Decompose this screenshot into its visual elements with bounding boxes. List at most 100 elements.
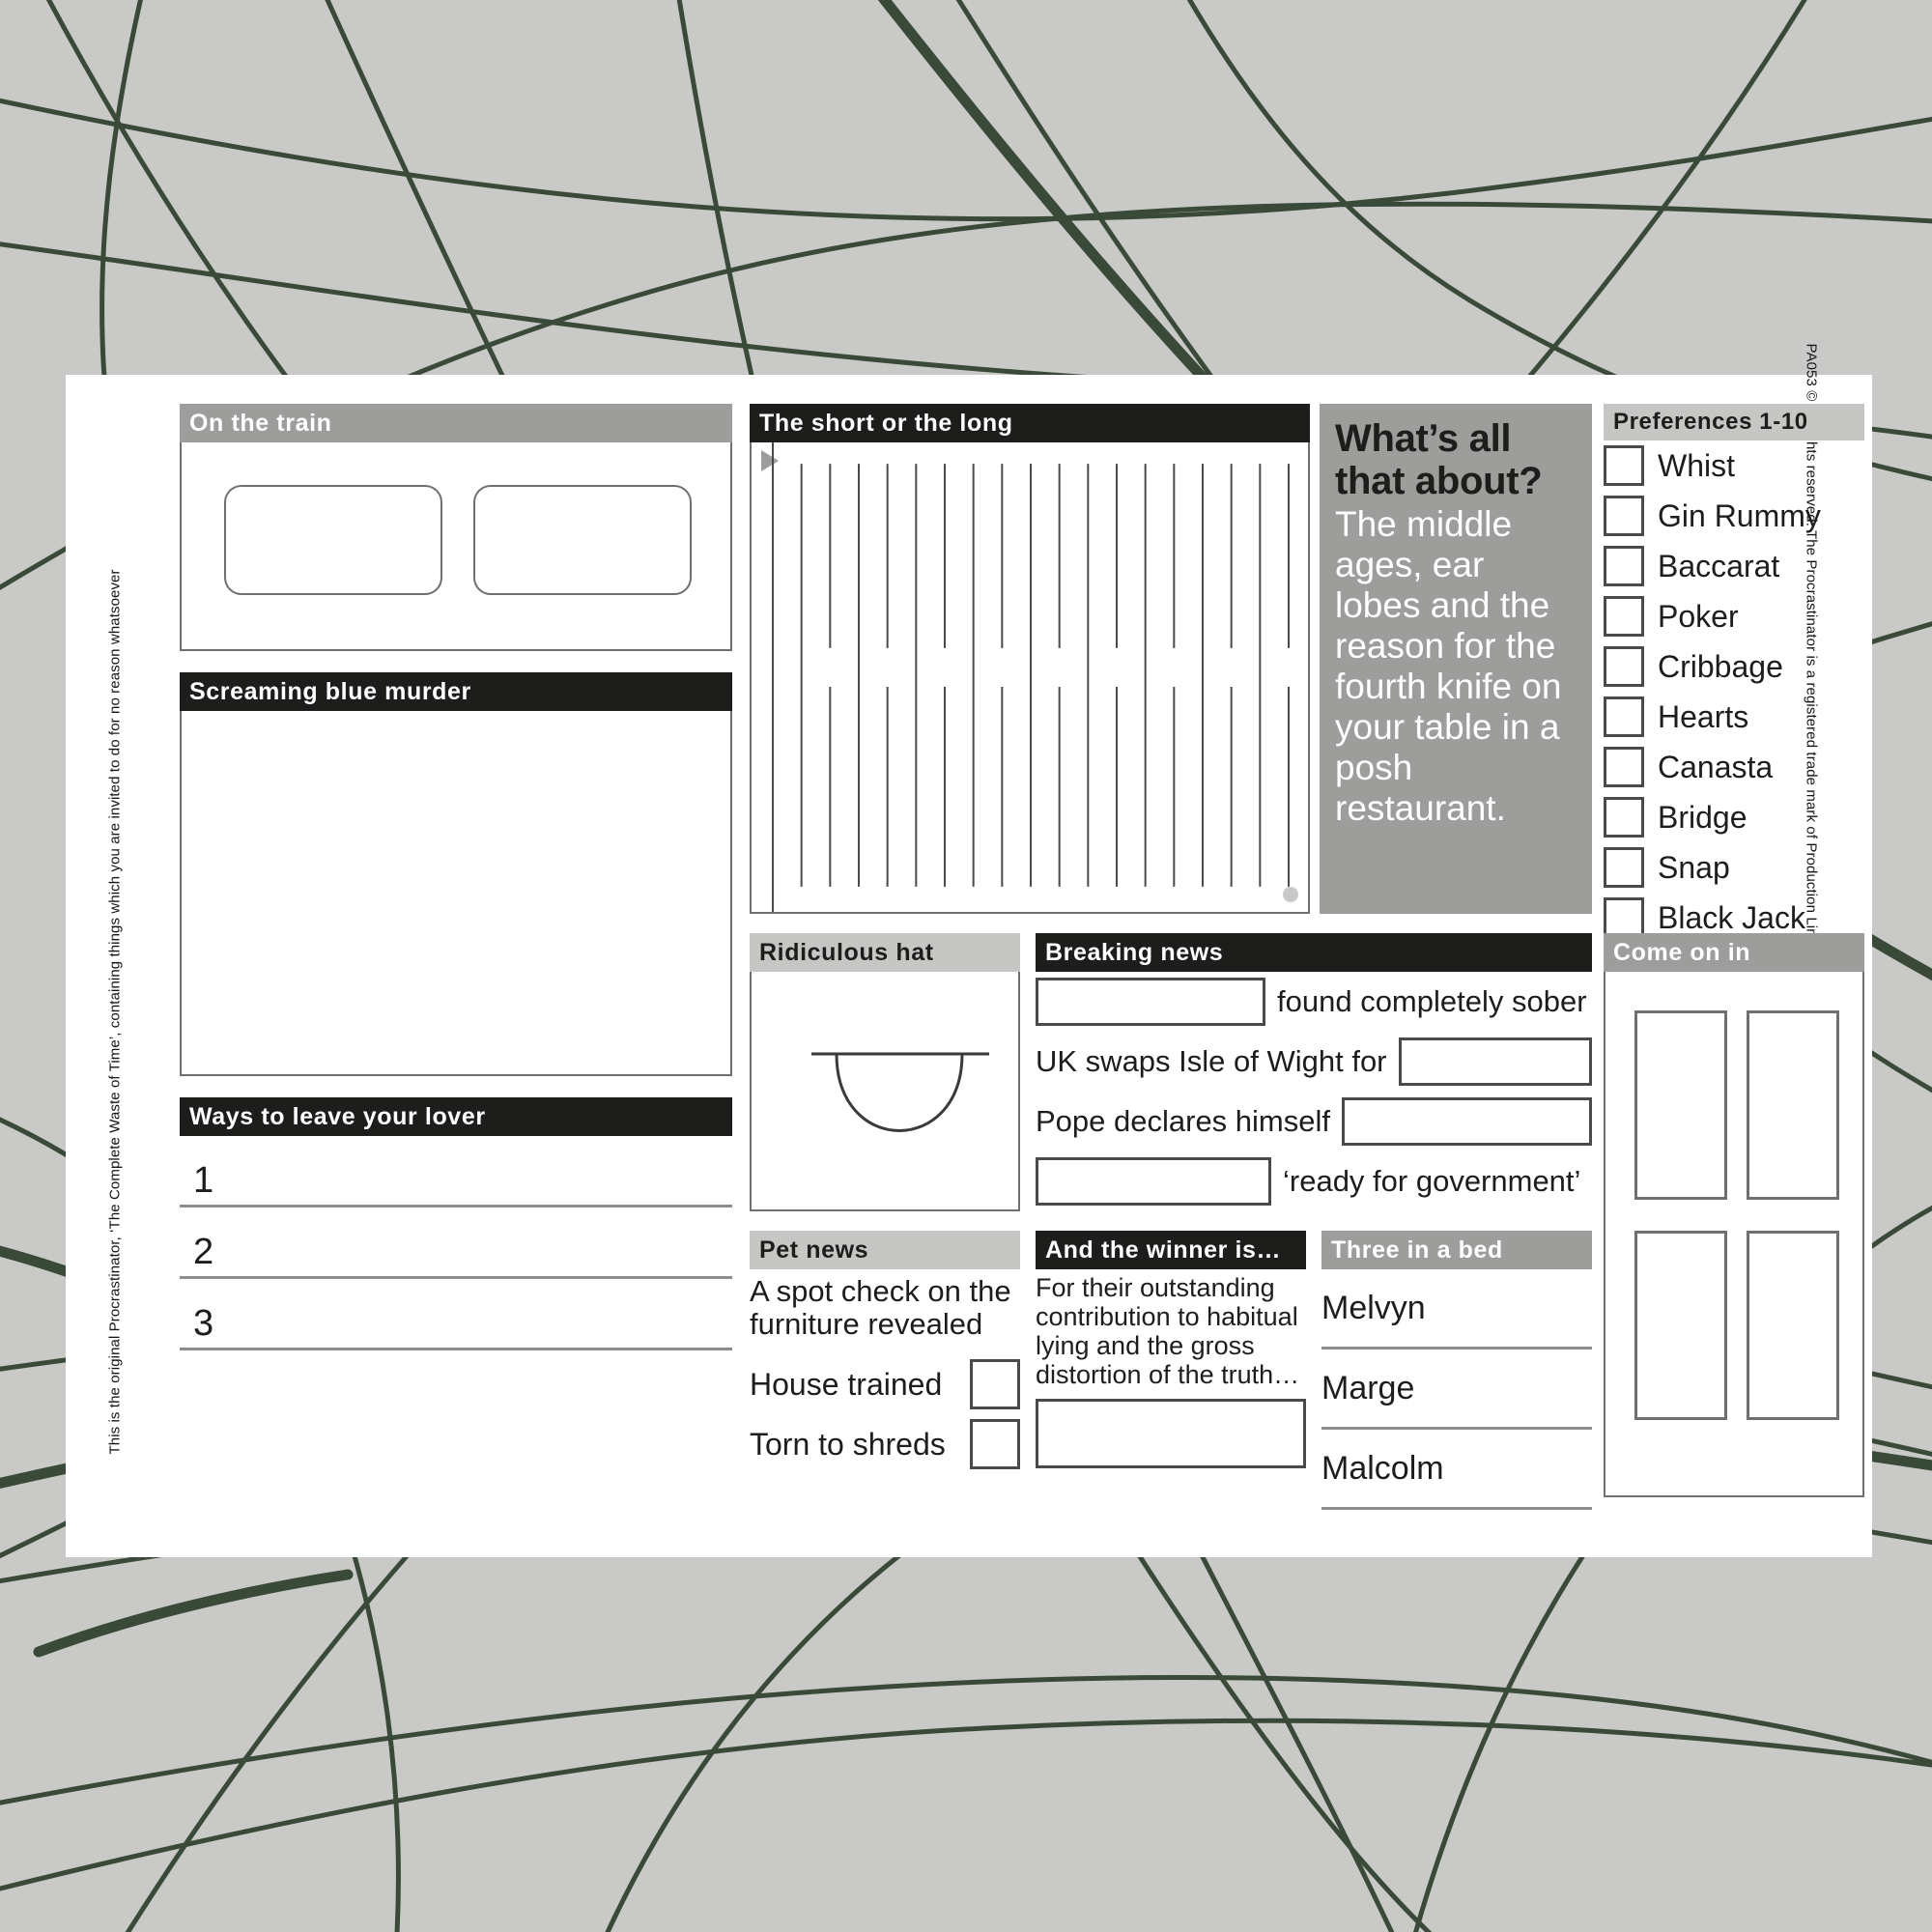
preference-row[interactable]: Bridge	[1604, 792, 1864, 842]
pet-news-option-label: House trained	[750, 1367, 943, 1402]
breaking-news-label-4: ‘ready for government’	[1283, 1164, 1581, 1198]
panel-on-the-train: On the train	[180, 404, 732, 651]
door-panel-bottom-right[interactable]	[1747, 1231, 1839, 1420]
ways-row[interactable]: 2	[180, 1208, 732, 1279]
door-panel-top-left[interactable]	[1634, 1010, 1727, 1200]
train-window-box-2[interactable]	[473, 485, 692, 595]
ways-row-number: 3	[193, 1303, 214, 1344]
panel-title-come-on-in: Come on in	[1604, 933, 1864, 972]
panel-ridiculous-hat: Ridiculous hat	[750, 933, 1020, 1211]
panel-title-pet-news: Pet news	[750, 1231, 1020, 1269]
panel-title-breaking-news: Breaking news	[1036, 933, 1592, 972]
pet-news-checkbox[interactable]	[970, 1419, 1020, 1469]
preferences-list: Whist Gin Rummy Baccarat Poker Cribbage …	[1604, 440, 1864, 943]
pet-news-option-row[interactable]: Torn to shreds	[750, 1414, 1020, 1474]
breaking-news-lines: found completely sober UK swaps Isle of …	[1036, 972, 1592, 1211]
pet-news-body: A spot check on the furniture revealed H…	[750, 1269, 1020, 1474]
preference-label: Gin Rummy	[1658, 498, 1821, 533]
three-in-a-bed-row[interactable]: Marge	[1321, 1350, 1592, 1430]
whats-all-that-about-title: What’s all that about?	[1335, 417, 1543, 502]
preference-label: Bridge	[1658, 800, 1747, 835]
panel-come-on-in: Come on in	[1604, 933, 1864, 1497]
ways-row[interactable]: 1	[180, 1136, 732, 1208]
preference-label: Black Jack	[1658, 900, 1805, 935]
preference-checkbox[interactable]	[1604, 847, 1644, 888]
three-in-a-bed-name: Malcolm	[1321, 1449, 1444, 1487]
breaking-news-input-2[interactable]	[1398, 1037, 1592, 1086]
preference-checkbox[interactable]	[1604, 445, 1644, 486]
preference-row[interactable]: Baccarat	[1604, 541, 1864, 591]
vertical-ruling-lines	[772, 442, 1290, 912]
ways-row[interactable]: 3	[180, 1279, 732, 1350]
preference-label: Baccarat	[1658, 549, 1780, 583]
pet-news-checkbox[interactable]	[970, 1359, 1020, 1409]
panel-title-ridiculous-hat: Ridiculous hat	[750, 933, 1020, 972]
screaming-blue-murder-blank-area[interactable]	[180, 711, 732, 1076]
the-short-or-the-long-body[interactable]	[750, 442, 1310, 914]
preference-checkbox[interactable]	[1604, 596, 1644, 637]
and-the-winner-is-input[interactable]	[1036, 1399, 1306, 1468]
breaking-news-row: UK swaps Isle of Wight for	[1036, 1032, 1592, 1092]
door-panel-top-right[interactable]	[1747, 1010, 1839, 1200]
breaking-news-input-4[interactable]	[1036, 1157, 1271, 1206]
preference-row[interactable]: Snap	[1604, 842, 1864, 893]
preference-row[interactable]: Gin Rummy	[1604, 491, 1864, 541]
three-in-a-bed-list: Melvyn Marge Malcolm	[1321, 1269, 1592, 1510]
panel-title-and-the-winner-is: And the winner is…	[1036, 1231, 1306, 1269]
breaking-news-row: ‘ready for government’	[1036, 1151, 1592, 1211]
preference-row[interactable]: Hearts	[1604, 692, 1864, 742]
and-the-winner-is-text: For their outstanding contribution to ha…	[1036, 1273, 1300, 1389]
on-the-train-body	[180, 442, 732, 651]
come-on-in-door-drawing[interactable]	[1604, 972, 1864, 1497]
train-window-box-1[interactable]	[224, 485, 442, 595]
breaking-news-input-1[interactable]	[1036, 978, 1265, 1026]
preference-checkbox[interactable]	[1604, 696, 1644, 737]
preference-label: Poker	[1658, 599, 1739, 634]
preference-label: Hearts	[1658, 699, 1749, 734]
breaking-news-label-3: Pope declares himself	[1036, 1104, 1330, 1138]
three-in-a-bed-row[interactable]: Malcolm	[1321, 1430, 1592, 1510]
panel-breaking-news: Breaking news found completely sober UK …	[1036, 933, 1592, 1211]
panel-title-three-in-a-bed: Three in a bed	[1321, 1231, 1592, 1269]
panel-title-on-the-train: On the train	[180, 404, 732, 442]
preference-row[interactable]: Canasta	[1604, 742, 1864, 792]
breaking-news-input-3[interactable]	[1342, 1097, 1592, 1146]
ridiculous-hat-drawing-area[interactable]	[750, 972, 1020, 1211]
breaking-news-row: found completely sober	[1036, 972, 1592, 1032]
whats-all-that-about-body: The middle ages, ear lobes and the reaso…	[1335, 504, 1562, 828]
preference-label: Snap	[1658, 850, 1730, 885]
breaking-news-label-2: UK swaps Isle of Wight for	[1036, 1044, 1387, 1078]
pet-news-option-label: Torn to shreds	[750, 1427, 946, 1462]
preference-checkbox[interactable]	[1604, 496, 1644, 536]
preference-row[interactable]: Whist	[1604, 440, 1864, 491]
breaking-news-label-1: found completely sober	[1277, 984, 1587, 1018]
panel-screaming-blue-murder: Screaming blue murder	[180, 672, 732, 1076]
and-the-winner-is-body: For their outstanding contribution to ha…	[1036, 1269, 1306, 1468]
ways-row-number: 1	[193, 1160, 214, 1201]
door-panel-bottom-left[interactable]	[1634, 1231, 1727, 1420]
preference-checkbox[interactable]	[1604, 897, 1644, 938]
preference-checkbox[interactable]	[1604, 546, 1644, 586]
preference-row[interactable]: Cribbage	[1604, 641, 1864, 692]
preference-checkbox[interactable]	[1604, 646, 1644, 687]
breaking-news-row: Pope declares himself	[1036, 1092, 1592, 1151]
panel-title-the-short-or-the-long: The short or the long	[750, 404, 1310, 442]
panel-three-in-a-bed: Three in a bed Melvyn Marge Malcolm	[1321, 1231, 1592, 1510]
panel-title-screaming-blue-murder: Screaming blue murder	[180, 672, 732, 711]
preference-label: Canasta	[1658, 750, 1774, 784]
preference-checkbox[interactable]	[1604, 797, 1644, 838]
preference-row[interactable]: Poker	[1604, 591, 1864, 641]
panel-title-preferences: Preferences 1-10	[1604, 404, 1864, 440]
panel-title-ways-to-leave-your-lover: Ways to leave your lover	[180, 1097, 732, 1136]
gray-dot-icon	[1283, 887, 1298, 902]
preference-label: Whist	[1658, 448, 1735, 483]
hat-outline-icon	[811, 1052, 989, 1132]
preference-checkbox[interactable]	[1604, 747, 1644, 787]
three-in-a-bed-row[interactable]: Melvyn	[1321, 1269, 1592, 1350]
three-in-a-bed-name: Marge	[1321, 1369, 1415, 1406]
panel-preferences: Preferences 1-10 Whist Gin Rummy Baccara…	[1604, 404, 1864, 938]
pet-news-option-row[interactable]: House trained	[750, 1354, 1020, 1414]
left-vertical-legal-text: This is the original Procrastinator, ‘Th…	[106, 569, 124, 1455]
preference-label: Cribbage	[1658, 649, 1783, 684]
ways-to-leave-list: 1 2 3	[180, 1136, 732, 1364]
